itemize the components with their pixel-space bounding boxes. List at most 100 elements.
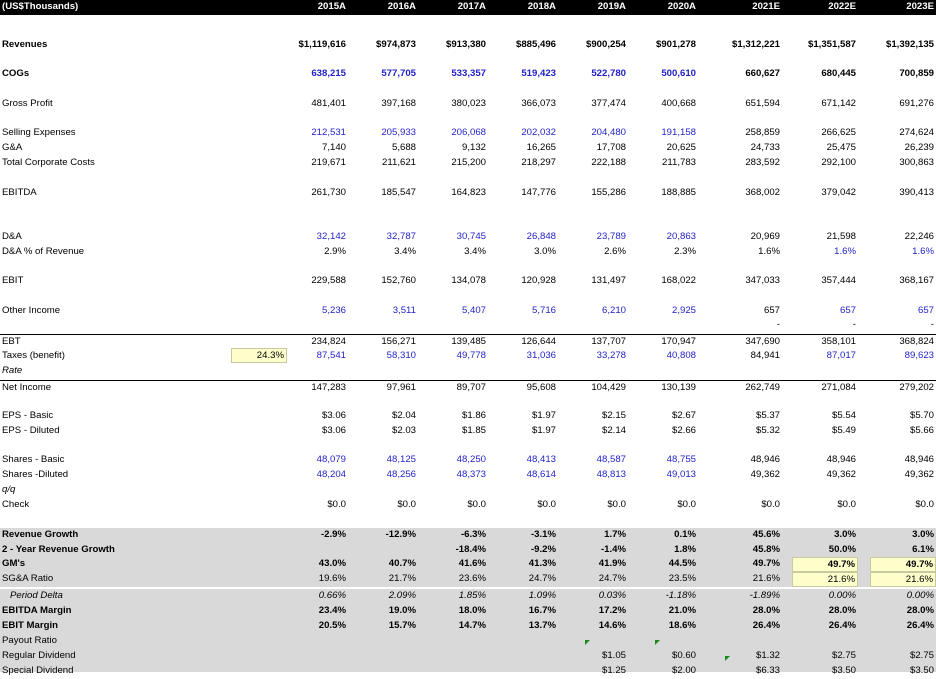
- cell[interactable]: $2.75: [794, 649, 856, 664]
- cell[interactable]: 0.03%: [564, 589, 626, 604]
- cell[interactable]: $0.0: [494, 498, 556, 513]
- cell[interactable]: 533,357: [424, 67, 486, 82]
- cell[interactable]: 20,863: [634, 230, 696, 245]
- cell[interactable]: 657: [718, 304, 780, 319]
- cell[interactable]: 24.7%: [494, 572, 556, 587]
- row-label[interactable]: EBIT Margin: [2, 619, 252, 634]
- cell[interactable]: 657: [794, 304, 856, 319]
- cell[interactable]: 204,480: [564, 126, 626, 141]
- cell[interactable]: [494, 364, 556, 379]
- cell[interactable]: [284, 483, 346, 498]
- cell[interactable]: [794, 364, 856, 379]
- cell[interactable]: 20.5%: [284, 619, 346, 634]
- row-label[interactable]: EBITDA Margin: [2, 604, 252, 619]
- row-label[interactable]: Total Corporate Costs: [2, 156, 252, 171]
- cell[interactable]: 137,707: [564, 335, 626, 350]
- cell[interactable]: [354, 318, 416, 333]
- row-label[interactable]: GM's: [2, 557, 252, 572]
- cell[interactable]: $0.0: [284, 498, 346, 513]
- row-label[interactable]: Period Delta: [10, 589, 260, 604]
- cell[interactable]: 21.6%: [718, 572, 780, 587]
- cell[interactable]: 95,608: [494, 381, 556, 396]
- cell[interactable]: [872, 364, 934, 379]
- cell[interactable]: 87,017: [794, 349, 856, 364]
- cell[interactable]: [424, 634, 486, 649]
- cell[interactable]: 48,373: [424, 468, 486, 483]
- cell[interactable]: $0.0: [634, 498, 696, 513]
- cell[interactable]: 48,813: [564, 468, 626, 483]
- row-label[interactable]: Shares - Basic: [2, 453, 252, 468]
- cell[interactable]: $901,278: [634, 38, 696, 53]
- cell[interactable]: 25,475: [794, 141, 856, 156]
- cell[interactable]: 358,101: [794, 335, 856, 350]
- cell[interactable]: 24,733: [718, 141, 780, 156]
- cell[interactable]: 32,142: [284, 230, 346, 245]
- cell[interactable]: [794, 483, 856, 498]
- cell[interactable]: [494, 664, 556, 679]
- cell[interactable]: 2.09%: [354, 589, 416, 604]
- cell[interactable]: 17,708: [564, 141, 626, 156]
- cell[interactable]: 49.7%: [718, 557, 780, 572]
- cell[interactable]: 28.0%: [794, 604, 856, 619]
- cell[interactable]: $2.00: [634, 664, 696, 679]
- cell[interactable]: $5.54: [794, 409, 856, 424]
- cell[interactable]: 21,598: [794, 230, 856, 245]
- cell[interactable]: 131,497: [564, 274, 626, 289]
- year-2020[interactable]: 2020A: [650, 0, 696, 15]
- cell[interactable]: 3.0%: [872, 528, 934, 543]
- cell[interactable]: 49,362: [794, 468, 856, 483]
- cell[interactable]: 89,707: [424, 381, 486, 396]
- cell[interactable]: 48,125: [354, 453, 416, 468]
- cell[interactable]: [564, 364, 626, 379]
- cell[interactable]: [424, 318, 486, 333]
- cell[interactable]: [424, 649, 486, 664]
- cell[interactable]: $1,119,616: [284, 38, 347, 53]
- cell[interactable]: $5.37: [718, 409, 780, 424]
- cell[interactable]: 215,200: [424, 156, 486, 171]
- cell[interactable]: 15.7%: [354, 619, 416, 634]
- cell[interactable]: [564, 483, 626, 498]
- cell[interactable]: 700,859: [872, 67, 934, 82]
- header-title[interactable]: (US$Thousands): [2, 0, 252, 15]
- cell[interactable]: 26.4%: [872, 619, 934, 634]
- cell[interactable]: 211,783: [634, 156, 696, 171]
- cell[interactable]: -9.2%: [494, 543, 556, 558]
- cell[interactable]: $3.06: [284, 409, 346, 424]
- cell[interactable]: [564, 318, 626, 333]
- cell[interactable]: $2.03: [354, 424, 416, 439]
- cell[interactable]: 147,283: [284, 381, 346, 396]
- cell[interactable]: 377,474: [564, 97, 626, 112]
- cell[interactable]: $3.06: [284, 424, 346, 439]
- cell[interactable]: 211,621: [354, 156, 416, 171]
- cell[interactable]: 1.7%: [564, 528, 626, 543]
- cell[interactable]: -3.1%: [494, 528, 556, 543]
- cell[interactable]: 368,824: [872, 335, 934, 350]
- cell[interactable]: 2.6%: [564, 245, 626, 260]
- cell[interactable]: 156,271: [354, 335, 416, 350]
- cell[interactable]: 48,946: [794, 453, 856, 468]
- cell[interactable]: 212,531: [284, 126, 346, 141]
- row-label[interactable]: D&A % of Revenue: [2, 245, 252, 260]
- cell[interactable]: [494, 483, 556, 498]
- cell[interactable]: 26,239: [872, 141, 934, 156]
- cell[interactable]: 3,511: [354, 304, 416, 319]
- cell[interactable]: 22,246: [872, 230, 934, 245]
- cell[interactable]: 20,625: [634, 141, 696, 156]
- cell[interactable]: $2.75: [872, 649, 934, 664]
- cell[interactable]: 1.6%: [718, 245, 780, 260]
- cell[interactable]: 14.6%: [564, 619, 626, 634]
- row-label[interactable]: Rate: [2, 364, 252, 379]
- cell[interactable]: [718, 483, 780, 498]
- cell[interactable]: 347,690: [718, 335, 780, 350]
- cell[interactable]: $1,351,587: [794, 38, 856, 53]
- cell[interactable]: 219,671: [284, 156, 346, 171]
- cell[interactable]: 1.85%: [424, 589, 486, 604]
- cell[interactable]: 522,780: [564, 67, 626, 82]
- cell[interactable]: 188,885: [634, 186, 696, 201]
- cell[interactable]: 229,588: [284, 274, 346, 289]
- row-label[interactable]: D&A: [2, 230, 252, 245]
- cell[interactable]: 147,776: [494, 186, 556, 201]
- cell[interactable]: 262,749: [718, 381, 780, 396]
- cell[interactable]: 222,188: [564, 156, 626, 171]
- cell[interactable]: 390,413: [872, 186, 934, 201]
